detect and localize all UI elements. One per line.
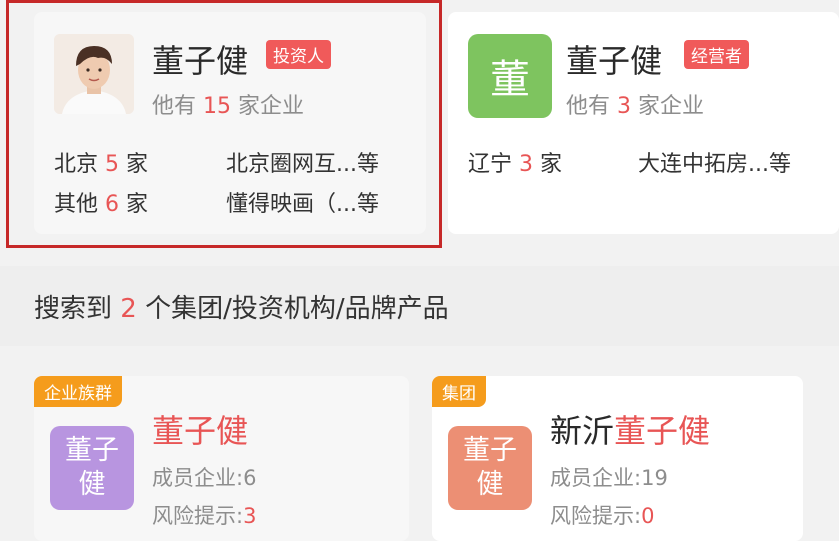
group-title[interactable]: 董子健 [152, 406, 248, 452]
company-link[interactable]: 大连中拓房...等 [638, 146, 791, 178]
member-count: 成员企业:6 [152, 466, 257, 490]
member-count: 成员企业:19 [550, 466, 668, 490]
group-logo: 董子健 [50, 426, 134, 510]
risk-count: 风险提示:3 [152, 504, 257, 528]
group-type-tag: 集团 [432, 376, 486, 407]
group-card[interactable]: 集团 董子健 新沂董子健 成员企业:19 风险提示:0 [432, 376, 803, 541]
operator-card[interactable]: 董 董子健 经营者 他有 3 家企业 辽宁 3 家 大连中拓房...等 [448, 12, 839, 234]
group-logo: 董子健 [448, 426, 532, 510]
search-result-header: 搜索到 2 个集团/投资机构/品牌产品 [0, 266, 839, 346]
region-item: 辽宁 3 家 [468, 152, 563, 177]
risk-count: 风险提示:0 [550, 504, 655, 528]
name-avatar: 董 [468, 34, 552, 118]
search-result-summary: 搜索到 2 个集团/投资机构/品牌产品 [34, 294, 449, 324]
operator-badge: 经营者 [684, 40, 749, 69]
group-title[interactable]: 新沂董子健 [550, 406, 710, 452]
group-type-tag: 企业族群 [34, 376, 122, 407]
highlight-frame [6, 0, 442, 248]
group-card[interactable]: 企业族群 董子健 董子健 成员企业:6 风险提示:3 [34, 376, 409, 541]
person-name[interactable]: 董子健 [566, 36, 662, 82]
company-count: 他有 3 家企业 [566, 94, 705, 119]
